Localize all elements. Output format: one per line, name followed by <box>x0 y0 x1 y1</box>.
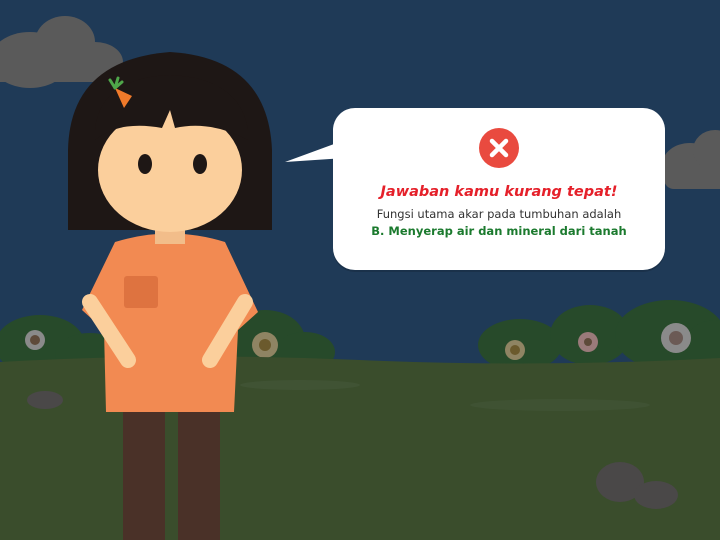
close-x-icon <box>479 128 519 168</box>
correct-answer: B. Menyerap air dan mineral dari tanah <box>371 224 627 238</box>
girl-character <box>68 52 272 540</box>
game-scene: Jawaban kamu kurang tepat! Fungsi utama … <box>0 0 720 540</box>
feedback-speech-bubble: Jawaban kamu kurang tepat! Fungsi utama … <box>333 108 665 270</box>
feedback-title: Jawaban kamu kurang tepat! <box>380 184 618 200</box>
feedback-message: Fungsi utama akar pada tumbuhan adalah <box>376 207 622 221</box>
